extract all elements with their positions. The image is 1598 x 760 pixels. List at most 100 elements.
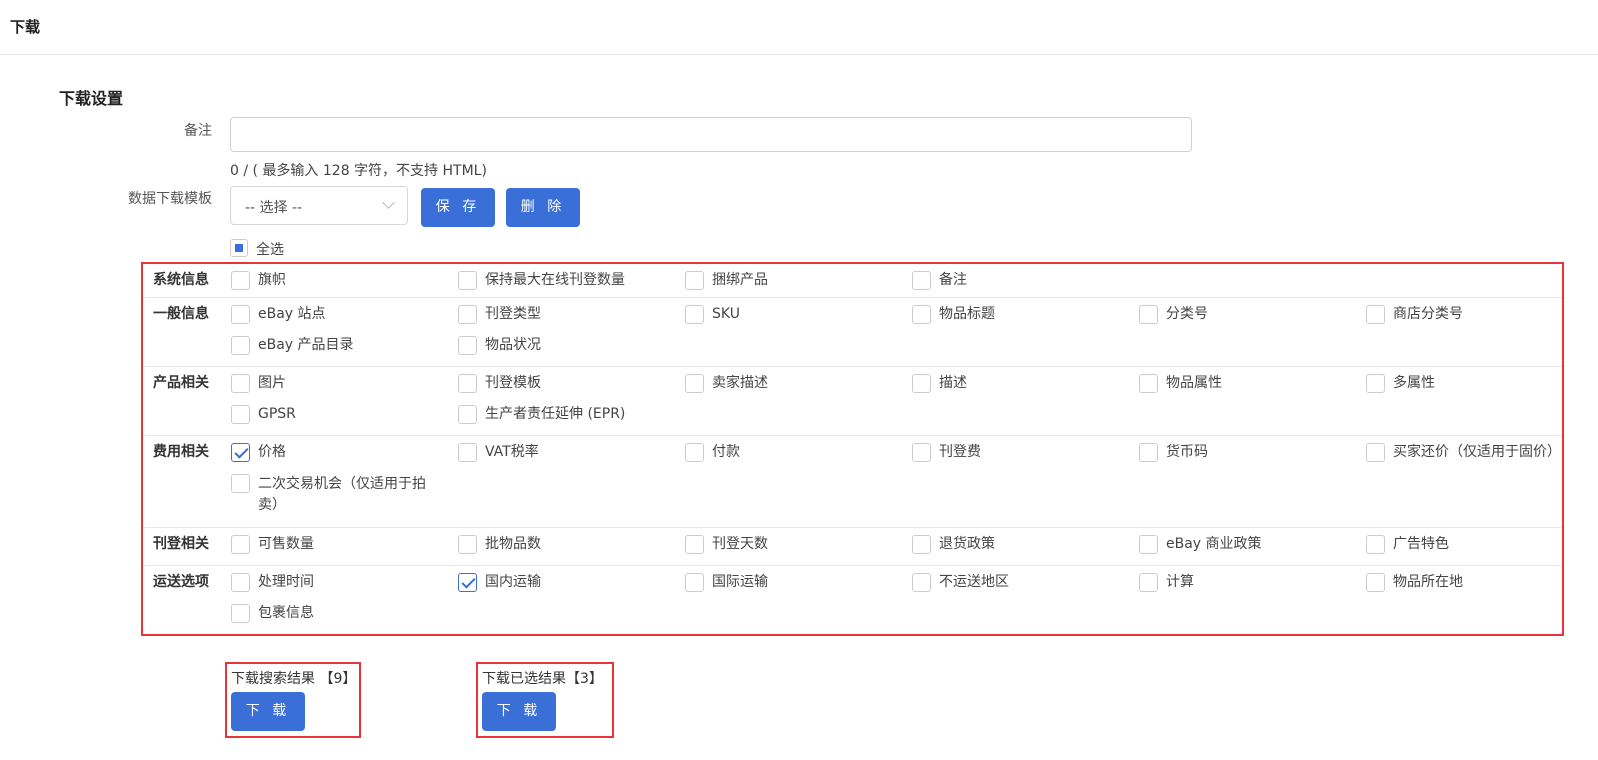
field-checkbox-label: 退货政策 [939,536,995,552]
checkbox-icon [685,374,704,393]
delete-template-button[interactable]: 删 除 [506,188,580,227]
checkbox-icon [685,535,704,554]
checkbox-icon [1366,305,1385,324]
checkbox-icon [912,374,931,393]
checkbox-icon [1139,573,1158,592]
field-checkbox-label: 二次交易机会（仅适用于拍卖） [258,476,426,513]
checkbox-icon [231,474,250,493]
checkbox-icon [1366,573,1385,592]
checkbox-icon [458,305,477,324]
download-selected-results-caption: 下载已选结果【3】 [482,671,603,687]
field-checkbox-label: eBay 产品目录 [258,337,354,353]
checkbox-icon [912,573,931,592]
category-row: 费用相关 价格 VAT税率 付款 刊登费 货币码 买家还价（仅适用于固价） 二次交易机会（仅适… [143,436,1562,528]
save-template-button[interactable]: 保 存 [421,188,495,227]
category-label: 一般信息 [153,306,209,322]
field-checkbox-label: 刊登天数 [712,536,768,552]
field-checkbox-label: 卖家描述 [712,375,768,391]
checkbox-icon [685,305,704,324]
field-checkbox-label: 旗帜 [258,272,286,288]
category-label: 系统信息 [153,272,209,288]
field-checkbox-label: 国内运输 [485,574,541,590]
field-checkbox-label: 付款 [712,444,740,460]
checkbox-icon [231,271,250,290]
checkbox-icon [912,305,931,324]
category-label: 运送选项 [153,574,209,590]
field-checkbox-label: eBay 商业政策 [1166,536,1262,552]
field-checkbox-label: 物品状况 [485,337,541,353]
category-label: 费用相关 [153,444,209,460]
checkbox-icon [1366,374,1385,393]
field-checkbox-label: VAT税率 [485,444,539,460]
remark-label: 备注 [184,123,212,139]
remark-char-counter: 0 / ( 最多输入 128 字符，不支持 HTML) [230,163,487,179]
category-label: 刊登相关 [153,536,209,552]
checkbox-icon [1139,305,1158,324]
field-checkbox-label: 货币码 [1166,444,1208,460]
checkbox-icon [1139,443,1158,462]
field-checkbox-label: 价格 [258,444,286,460]
template-select-value: -- 选择 -- [245,200,303,216]
category-row: 系统信息 旗帜 保持最大在线刊登数量 捆绑产品 备注 [143,264,1562,298]
category-label: 产品相关 [153,375,209,391]
checkbox-icon [1139,535,1158,554]
chevron-down-icon [382,196,395,209]
field-checkbox-label: SKU [712,306,740,322]
checkbox-icon [685,443,704,462]
checkbox-icon [1366,443,1385,462]
checkbox-icon [458,336,477,355]
field-checkbox-label: 描述 [939,375,967,391]
category-row: 刊登相关 可售数量 批物品数 刊登天数 退货政策 eBay 商业政策 广告特色 [143,528,1562,566]
field-checkbox-label: 图片 [258,375,286,391]
field-checkbox-label: 批物品数 [485,536,541,552]
partial-checkbox-icon [230,239,248,257]
field-options-panel: 系统信息 旗帜 保持最大在线刊登数量 捆绑产品 备注 一般信息 eBay 站点 刊登类型 SKU… [141,262,1564,636]
top-bar: 下载 [0,0,1598,55]
checkbox-icon [458,535,477,554]
checkbox-icon [1366,535,1385,554]
checkbox-icon [685,271,704,290]
field-checkbox-label: 处理时间 [258,574,314,590]
field-checkbox-label: 包裹信息 [258,605,314,621]
download-search-results-caption: 下载搜索结果 【9】 [231,671,357,687]
field-checkbox-label: eBay 站点 [258,306,326,322]
checkbox-icon [1139,374,1158,393]
checkbox-icon [458,443,477,462]
checkbox-icon [912,443,931,462]
download-selected-results-group: 下载已选结果【3】 下 载 [476,662,614,738]
field-checkbox-label: 分类号 [1166,306,1208,322]
checkbox-icon [231,336,250,355]
field-checkbox-label: 可售数量 [258,536,314,552]
category-row: 运送选项 处理时间 国内运输 国际运输 不运送地区 计算 物品所在地 包裹信息 [143,566,1562,636]
section-title: 下载设置 [59,89,124,108]
download-search-results-button[interactable]: 下 载 [231,692,305,731]
page-title: 下载 [10,18,41,36]
checkmark-icon [458,573,477,592]
checkbox-icon [912,535,931,554]
field-checkbox-label: 物品所在地 [1393,574,1463,590]
field-checkbox-label: 保持最大在线刊登数量 [485,272,625,288]
checkbox-icon [458,374,477,393]
field-checkbox-label: 刊登费 [939,444,981,460]
checkmark-icon [231,443,250,462]
checkbox-icon [231,374,250,393]
field-checkbox-label: 刊登模板 [485,375,541,391]
checkbox-icon [458,405,477,424]
category-row: 一般信息 eBay 站点 刊登类型 SKU 物品标题 分类号 商店分类号 eBay 产品目录 物… [143,298,1562,367]
download-selected-results-button[interactable]: 下 载 [482,692,556,731]
template-select[interactable]: -- 选择 -- [230,186,408,225]
checkbox-icon [231,604,250,623]
checkbox-icon [912,271,931,290]
field-checkbox-label: 刊登类型 [485,306,541,322]
field-checkbox-label: 广告特色 [1393,536,1449,552]
field-checkbox-label: GPSR [258,406,296,422]
field-checkbox-label: 不运送地区 [939,574,1009,590]
field-checkbox-label: 多属性 [1393,375,1435,391]
remark-input[interactable] [230,117,1192,152]
field-checkbox-label: 物品标题 [939,306,995,322]
template-label: 数据下载模板 [128,191,212,207]
field-checkbox-label: 备注 [939,272,967,288]
field-checkbox-label: 物品属性 [1166,375,1222,391]
field-checkbox-label: 国际运输 [712,574,768,590]
checkbox-icon [231,573,250,592]
